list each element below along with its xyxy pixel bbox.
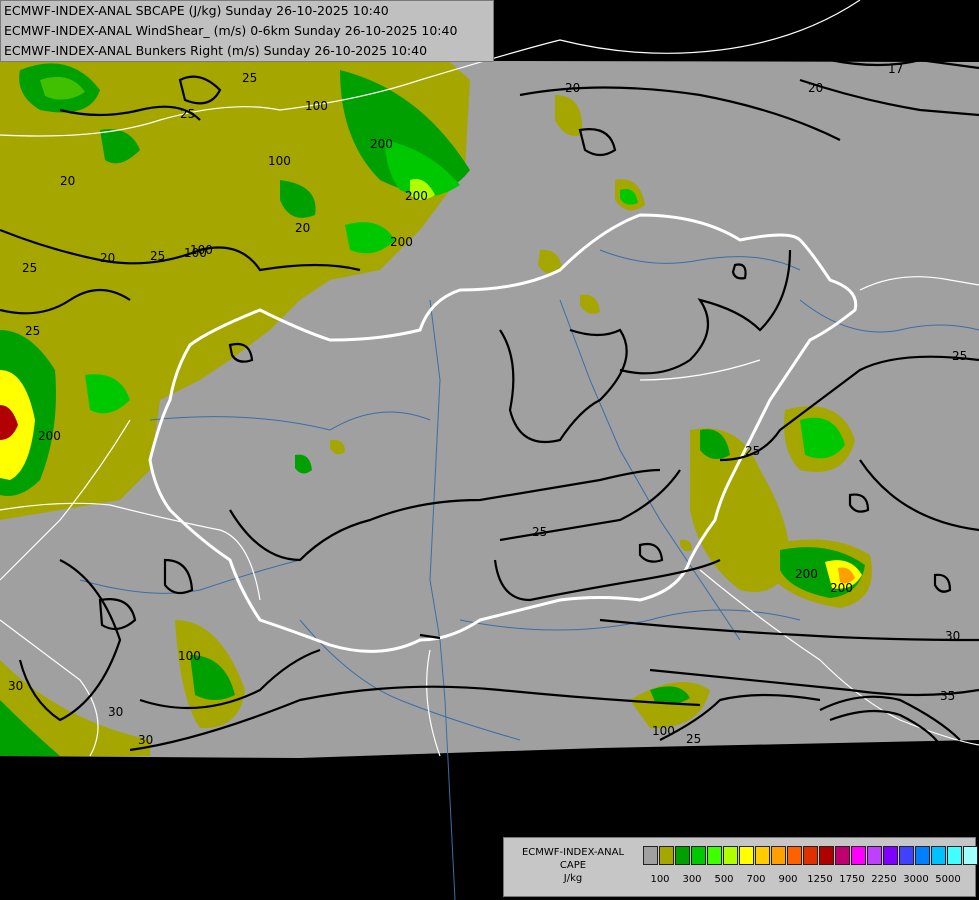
title-line-windshear: ECMWF-INDEX-ANAL WindShear_ (m/s) 0-6km … (4, 23, 458, 38)
legend-ticks: 100 300 500 700 900 1250 1750 2250 3000 5000 (642, 874, 972, 888)
legend-swatch (963, 846, 978, 865)
legend-tick-label: 1250 (807, 874, 833, 885)
contour-label: 100 (652, 724, 675, 738)
legend-tick-label: 700 (746, 874, 766, 885)
cape-legend: ECMWF-INDEX-ANAL CAPE J/kg 100 300 500 700 9… (503, 837, 979, 897)
legend-title-source: ECMWF-INDEX-ANAL (521, 847, 625, 858)
legend-tick-label: 300 (682, 874, 702, 885)
legend-title: ECMWF-INDEX-ANAL CAPE J/kg (508, 846, 638, 885)
contour-label: 20 (565, 81, 580, 95)
legend-title-field: CAPE (559, 860, 587, 871)
contour-label: 200 (390, 235, 413, 249)
contour-label: 20 (60, 174, 75, 188)
legend-tick-label: 5000 (935, 874, 961, 885)
contour-label: 25 (180, 107, 195, 121)
contour-label: 100 (305, 99, 328, 113)
contour-label: 20 (808, 81, 823, 95)
title-line-bunkers: ECMWF-INDEX-ANAL Bunkers Right (m/s) Sun… (4, 43, 428, 58)
map-title-box: ECMWF-INDEX-ANAL SBCAPE (J/kg) Sunday 26… (0, 0, 494, 62)
weather-map: 25 20 17 20 100 200 20 200 25 100 100 200 20 25 20 25 25… (0, 0, 979, 900)
legend-tick-label: 3000 (903, 874, 929, 885)
legend-swatch (723, 846, 738, 865)
contour-label: 25 (25, 324, 40, 338)
legend-swatches (643, 846, 979, 865)
legend-tick-label: 100 (650, 874, 670, 885)
contour-label: 30 (945, 629, 960, 643)
legend-tick-label: 1750 (839, 874, 865, 885)
legend-swatch (835, 846, 850, 865)
legend-swatch (691, 846, 706, 865)
contour-label: 25 (745, 444, 760, 458)
legend-swatch (947, 846, 962, 865)
title-line-sbcape: ECMWF-INDEX-ANAL SBCAPE (J/kg) Sunday 26… (4, 3, 389, 18)
legend-swatch (755, 846, 770, 865)
contour-label: 25 (952, 349, 967, 363)
contour-label: 200 (795, 567, 818, 581)
contour-label: 200 (830, 581, 853, 595)
legend-swatch (803, 846, 818, 865)
contour-label: 25 (686, 732, 701, 746)
contour-label: 200 (405, 189, 428, 203)
contour-label: 30 (8, 679, 23, 693)
legend-swatch (867, 846, 882, 865)
contour-label: 35 (940, 689, 955, 703)
contour-label: 100 (178, 649, 201, 663)
legend-swatch (915, 846, 930, 865)
contour-label: 25 (22, 261, 37, 275)
contour-label: 17 (888, 62, 903, 76)
legend-swatch (883, 846, 898, 865)
legend-swatch (739, 846, 754, 865)
contour-label: 100 (190, 243, 213, 257)
legend-swatch (707, 846, 722, 865)
contour-label: 25 (900, 747, 915, 761)
contour-label: 20 (100, 251, 115, 265)
contour-label: 30 (108, 705, 123, 719)
legend-swatch (931, 846, 946, 865)
legend-title-unit: J/kg (563, 873, 583, 884)
contour-label: 25 (532, 525, 547, 539)
contour-label: 100 (268, 154, 291, 168)
legend-swatch (771, 846, 786, 865)
contour-label: 20 (295, 221, 310, 235)
legend-swatch (643, 846, 658, 865)
contour-label: 25 (242, 71, 257, 85)
contour-label: 200 (38, 429, 61, 443)
legend-swatch (787, 846, 802, 865)
legend-swatch (675, 846, 690, 865)
contour-label: 25 (150, 249, 165, 263)
contour-label: 30 (138, 733, 153, 747)
legend-swatch (659, 846, 674, 865)
contour-label: 200 (370, 137, 393, 151)
legend-swatch (819, 846, 834, 865)
legend-tick-label: 2250 (871, 874, 897, 885)
legend-swatch (851, 846, 866, 865)
legend-tick-label: 500 (714, 874, 734, 885)
legend-swatch (899, 846, 914, 865)
legend-tick-label: 900 (778, 874, 798, 885)
